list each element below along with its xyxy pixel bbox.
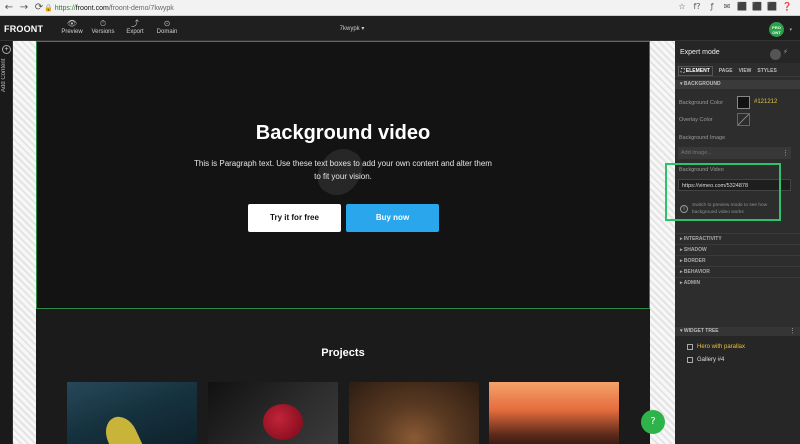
project-thumbnail[interactable] <box>67 382 197 444</box>
panel-tabs: ⛶ ELEMENT PAGE VIEW STYLES <box>675 65 800 77</box>
interactivity-section[interactable]: ▸ INTERACTIVITY <box>675 233 800 243</box>
add-content-label[interactable]: Add Content <box>1 59 7 129</box>
browser-toolbar: ← → ⟳ 🔒 https:// froont.com /froont-demo… <box>0 0 800 16</box>
highlight-annotation <box>665 163 781 221</box>
bg-color-swatch[interactable] <box>737 96 750 109</box>
left-rail: + Add Content <box>0 41 13 444</box>
export-button[interactable]: ⤴ Export <box>120 19 150 35</box>
more-options-icon[interactable]: ⋮ <box>782 149 789 157</box>
properties-panel: Expert mode ⚡ ⛶ ELEMENT PAGE VIEW STYLES… <box>675 41 800 444</box>
background-section-header[interactable]: ▾ BACKGROUND <box>675 80 800 89</box>
domain-button[interactable]: ⊙ Domain <box>152 19 182 35</box>
add-content-icon[interactable]: + <box>2 45 11 54</box>
bg-color-label: Background Color <box>679 100 724 106</box>
lock-icon: 🔒 <box>44 4 53 12</box>
extension-icon[interactable]: ⬛ <box>737 2 747 11</box>
tree-item-gallery[interactable]: Gallery #4 <box>687 357 724 363</box>
bookmark-star-icon[interactable]: ☆ <box>677 2 687 11</box>
widget-box-icon <box>687 344 693 350</box>
versions-button[interactable]: ⏱ Versions <box>88 19 118 35</box>
chevron-down-icon[interactable]: ▾ <box>789 27 792 33</box>
tree-item-hero[interactable]: Hero with parallax <box>687 344 745 350</box>
tab-view[interactable]: VIEW <box>739 68 752 74</box>
clock-icon: ⏱ <box>99 19 107 28</box>
avatar[interactable]: PRO ONT <box>769 22 784 37</box>
url-host: froont.com <box>75 4 109 12</box>
project-thumbnail[interactable] <box>489 382 619 444</box>
tab-styles[interactable]: STYLES <box>757 68 776 74</box>
behavior-section[interactable]: ▸ BEHAVIOR <box>675 266 800 276</box>
expert-mode-toggle[interactable] <box>770 49 781 60</box>
fish-shape <box>99 411 145 444</box>
forward-button[interactable]: → <box>18 1 30 15</box>
extension-icon[interactable]: ⬛ <box>752 2 762 11</box>
shadow-section[interactable]: ▸ SHADOW <box>675 244 800 254</box>
url-scheme: https:// <box>54 4 76 12</box>
overlay-color-label: Overlay Color <box>679 117 713 123</box>
bg-image-label: Background Image <box>679 135 726 141</box>
preview-button[interactable]: 👁 Preview <box>57 19 87 35</box>
tree-menu-icon[interactable]: ⋮ <box>789 327 796 336</box>
tab-element[interactable]: ⛶ ELEMENT <box>678 65 713 76</box>
bolt-icon[interactable]: ⚡ <box>783 48 788 56</box>
address-bar[interactable]: 🔒 https:// froont.com /froont-demo/7kwyp… <box>44 2 664 14</box>
page-area: Background video This is Paragraph text.… <box>36 41 650 444</box>
bg-image-input[interactable]: Add image... <box>678 147 791 159</box>
widget-box-icon <box>687 357 693 363</box>
editor-canvas: Background video This is Paragraph text.… <box>13 41 675 444</box>
panel-header: Expert mode ⚡ <box>675 41 800 63</box>
export-icon: ⤴ <box>131 19 139 28</box>
widget-tree-area <box>675 336 800 444</box>
tab-page[interactable]: PAGE <box>719 68 733 74</box>
admin-section[interactable]: ▸ ADMIN <box>675 277 800 287</box>
page-selector[interactable]: 7kwypk ▾ <box>322 25 382 32</box>
chat-help-icon[interactable]: ? <box>641 410 665 434</box>
berries-shape <box>263 404 303 440</box>
back-button[interactable]: ← <box>3 1 15 15</box>
overlay-color-swatch[interactable] <box>737 113 750 126</box>
globe-icon: ⊙ <box>163 19 171 28</box>
hero-paragraph[interactable]: This is Paragraph text. Use these text b… <box>193 157 493 183</box>
extension-icon[interactable]: ⬛ <box>767 2 777 11</box>
extension-icon[interactable]: ƒ <box>707 2 717 11</box>
eye-icon: 👁 <box>66 19 78 28</box>
expert-mode-label: Expert mode <box>680 49 720 56</box>
hero-title[interactable]: Background video <box>37 122 649 145</box>
extension-icon[interactable]: ✉ <box>722 2 732 11</box>
extension-icons: ☆ f? ƒ ✉ ⬛ ⬛ ⬛ ❓ <box>677 2 792 11</box>
extension-icon[interactable]: ❓ <box>782 2 792 11</box>
projects-heading[interactable]: Projects <box>36 347 650 359</box>
extension-icon[interactable]: f? <box>692 2 702 11</box>
buy-now-button[interactable]: Buy now <box>346 204 439 232</box>
froont-logo[interactable]: FROONT <box>4 24 43 34</box>
try-free-button[interactable]: Try it for free <box>248 204 341 232</box>
hero-section[interactable]: Background video This is Paragraph text.… <box>36 41 650 309</box>
project-thumbnail[interactable] <box>208 382 338 444</box>
app-toolbar: FROONT 👁 Preview ⏱ Versions ⤴ Export ⊙ D… <box>0 16 800 41</box>
project-thumbnail[interactable] <box>349 382 479 444</box>
border-section[interactable]: ▸ BORDER <box>675 255 800 265</box>
bg-color-value[interactable]: #121212 <box>754 99 777 105</box>
url-path: /froont-demo/7kwypk <box>108 4 174 12</box>
widget-tree-header[interactable]: ▾ WIDGET TREE <box>675 327 800 336</box>
